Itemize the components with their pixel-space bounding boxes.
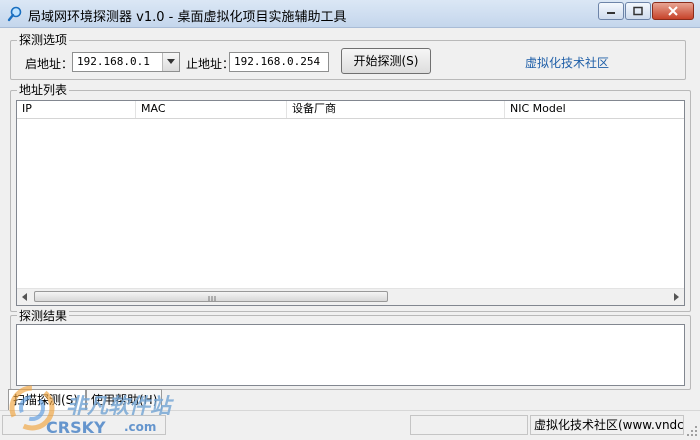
end-address-label: 止地址： — [186, 57, 235, 71]
address-list-label: 地址列表 — [17, 83, 70, 97]
magnifier-app-icon — [7, 6, 22, 22]
probe-options-label: 探测选项 — [17, 33, 70, 47]
minimize-button[interactable] — [598, 2, 624, 20]
result-textarea[interactable] — [16, 324, 685, 386]
list-header: IP MAC 设备厂商 NIC Model — [17, 101, 684, 119]
end-address-input[interactable]: 192.168.0.254 — [229, 52, 329, 72]
maximize-icon — [633, 6, 643, 16]
column-ip[interactable]: IP — [17, 101, 136, 118]
dropdown-button[interactable] — [162, 53, 179, 71]
start-address-value: 192.168.0.1 — [77, 55, 150, 68]
column-mac[interactable]: MAC — [136, 101, 287, 118]
grip-icon — [208, 296, 216, 301]
close-button[interactable] — [652, 2, 694, 20]
end-address-value: 192.168.0.254 — [234, 55, 321, 68]
watermark-line2: CRSKY — [46, 418, 106, 437]
status-panel-2 — [410, 415, 528, 435]
column-nic-model[interactable]: NIC Model — [505, 101, 684, 118]
start-probe-button[interactable]: 开始探测(S) — [341, 48, 431, 74]
scroll-left-icon[interactable] — [17, 289, 33, 305]
title-bar: 局域网环境探测器 v1.0 - 桌面虚拟化项目实施辅助工具 — [0, 0, 700, 28]
result-label: 探测结果 — [17, 309, 70, 323]
maximize-button[interactable] — [625, 2, 651, 20]
horizontal-scrollbar[interactable] — [17, 288, 684, 305]
start-address-label: 启地址： — [25, 57, 74, 71]
scroll-thumb[interactable] — [34, 291, 388, 302]
close-icon — [668, 6, 678, 16]
resize-grip-icon[interactable] — [686, 425, 698, 437]
watermark-line3: .com — [124, 420, 157, 434]
watermark-line1: 非凡软件站 — [66, 394, 171, 418]
minimize-icon — [607, 12, 615, 14]
watermark-logo: 非凡软件站 CRSKY .com — [6, 378, 171, 438]
status-panel-3: 虚拟化技术社区(www.vndc — [530, 415, 684, 435]
window-title: 局域网环境探测器 v1.0 - 桌面虚拟化项目实施辅助工具 — [28, 10, 347, 25]
column-vendor[interactable]: 设备厂商 — [287, 101, 505, 118]
address-list-view[interactable]: IP MAC 设备厂商 NIC Model — [16, 100, 685, 306]
chevron-down-icon — [167, 59, 175, 64]
start-address-combo[interactable]: 192.168.0.1 — [72, 52, 180, 72]
scroll-right-icon[interactable] — [668, 289, 684, 305]
community-link[interactable]: 虚拟化技术社区 — [525, 54, 609, 71]
